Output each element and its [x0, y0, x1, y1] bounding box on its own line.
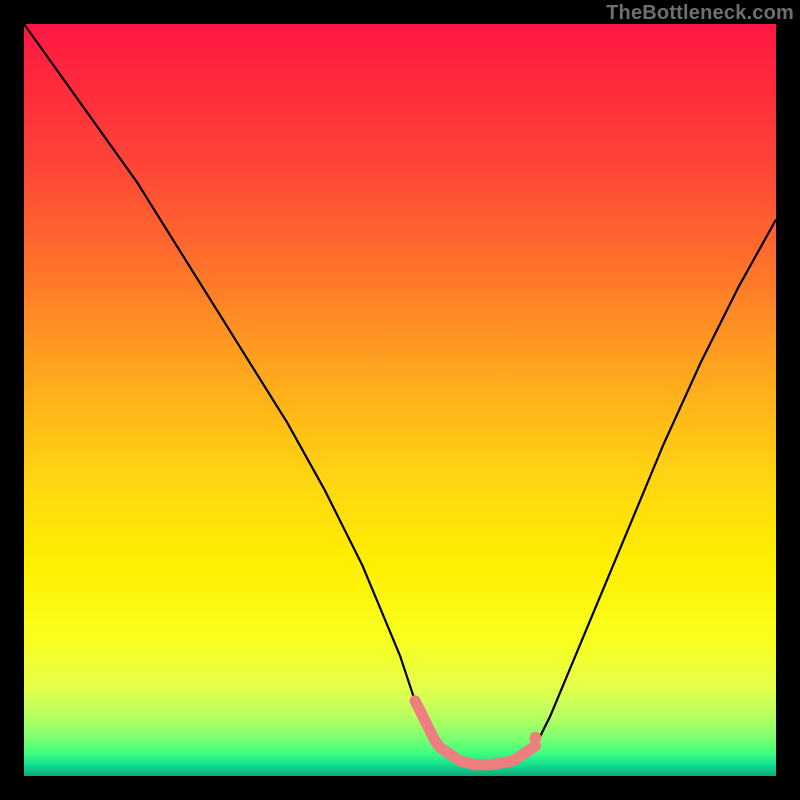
chart-frame: TheBottleneck.com [0, 0, 800, 800]
plot-area [24, 24, 776, 776]
highlight-dot [529, 732, 541, 744]
bottleneck-curve [24, 24, 776, 765]
curve-svg [24, 24, 776, 776]
watermark-text: TheBottleneck.com [606, 2, 794, 25]
highlight-markers [415, 701, 541, 765]
highlight-segment [415, 701, 535, 765]
